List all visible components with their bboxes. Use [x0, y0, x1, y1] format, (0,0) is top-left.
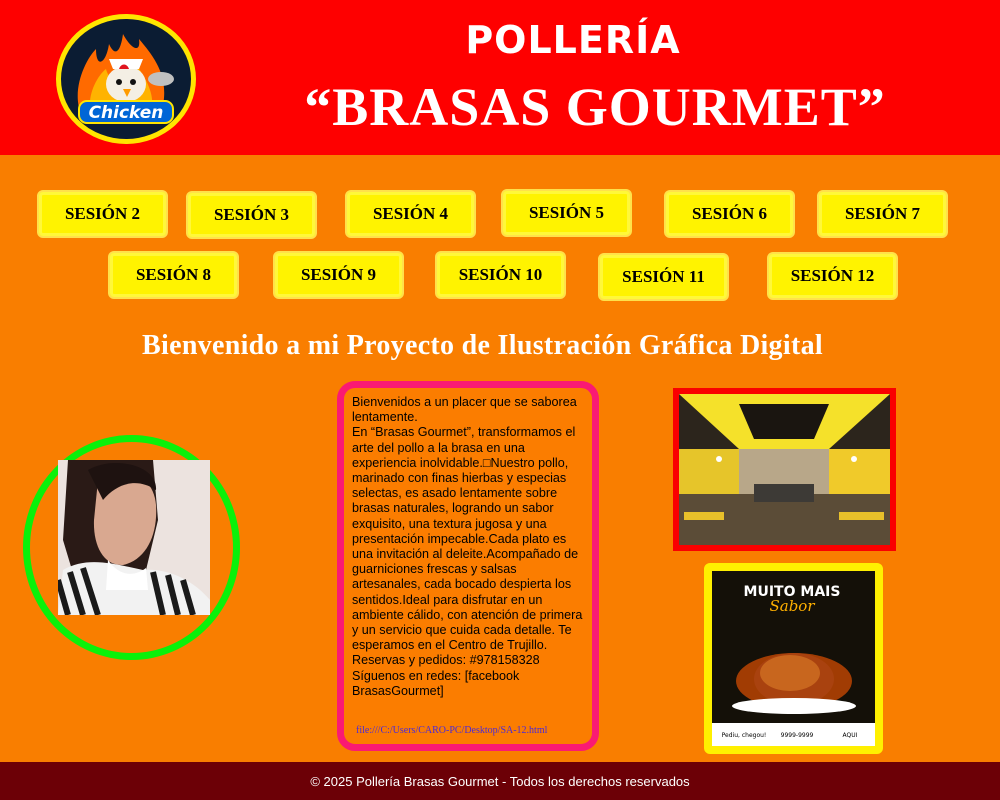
page-title-line1: POLLERÍA: [465, 18, 681, 62]
nav-button-sesion-6[interactable]: SESIÓN 6: [664, 190, 795, 238]
intro-text: Bienvenidos a un placer que se saborea l…: [352, 395, 583, 698]
nav-button-sesion-3[interactable]: SESIÓN 3: [186, 191, 317, 239]
poster-headline-2: Sabor: [769, 597, 815, 615]
nav-button-sesion-9[interactable]: SESIÓN 9: [273, 251, 404, 299]
site-header: Chicken POLLERÍA “BRASAS GOURMET”: [0, 0, 1000, 155]
poster-footer-2: 9999-9999: [781, 732, 814, 739]
nav-button-sesion-5[interactable]: SESIÓN 5: [501, 189, 632, 237]
promo-poster: MUITO MAIS Sabor Pediu, chegou! 9999-999…: [704, 563, 883, 754]
page-title-line2: “BRASAS GOURMET”: [304, 77, 886, 137]
nav-button-sesion-12[interactable]: SESIÓN 12: [767, 252, 898, 300]
footer-text: © 2025 Pollería Brasas Gourmet - Todos l…: [310, 773, 690, 789]
restaurant-interior-photo: [673, 388, 896, 551]
nav-button-sesion-2[interactable]: SESIÓN 2: [37, 190, 168, 238]
avatar: [58, 460, 210, 615]
nav-button-sesion-11[interactable]: SESIÓN 11: [598, 253, 729, 301]
nav-button-sesion-7[interactable]: SESIÓN 7: [817, 190, 948, 238]
welcome-heading: Bienvenido a mi Proyecto de Ilustración …: [142, 330, 823, 361]
nav-button-sesion-8[interactable]: SESIÓN 8: [108, 251, 239, 299]
intro-text-box: Bienvenidos a un placer que se saborea l…: [337, 381, 599, 751]
site-footer: © 2025 Pollería Brasas Gourmet - Todos l…: [0, 762, 1000, 800]
nav-button-sesion-10[interactable]: SESIÓN 10: [435, 251, 566, 299]
nav-button-sesion-4[interactable]: SESIÓN 4: [345, 190, 476, 238]
file-link[interactable]: file:///C:/Users/CARO-PC/Desktop/SA-12.h…: [356, 725, 547, 736]
poster-footer-3: AQUI: [843, 732, 858, 739]
poster-footer-1: Pediu, chegou!: [722, 732, 767, 739]
